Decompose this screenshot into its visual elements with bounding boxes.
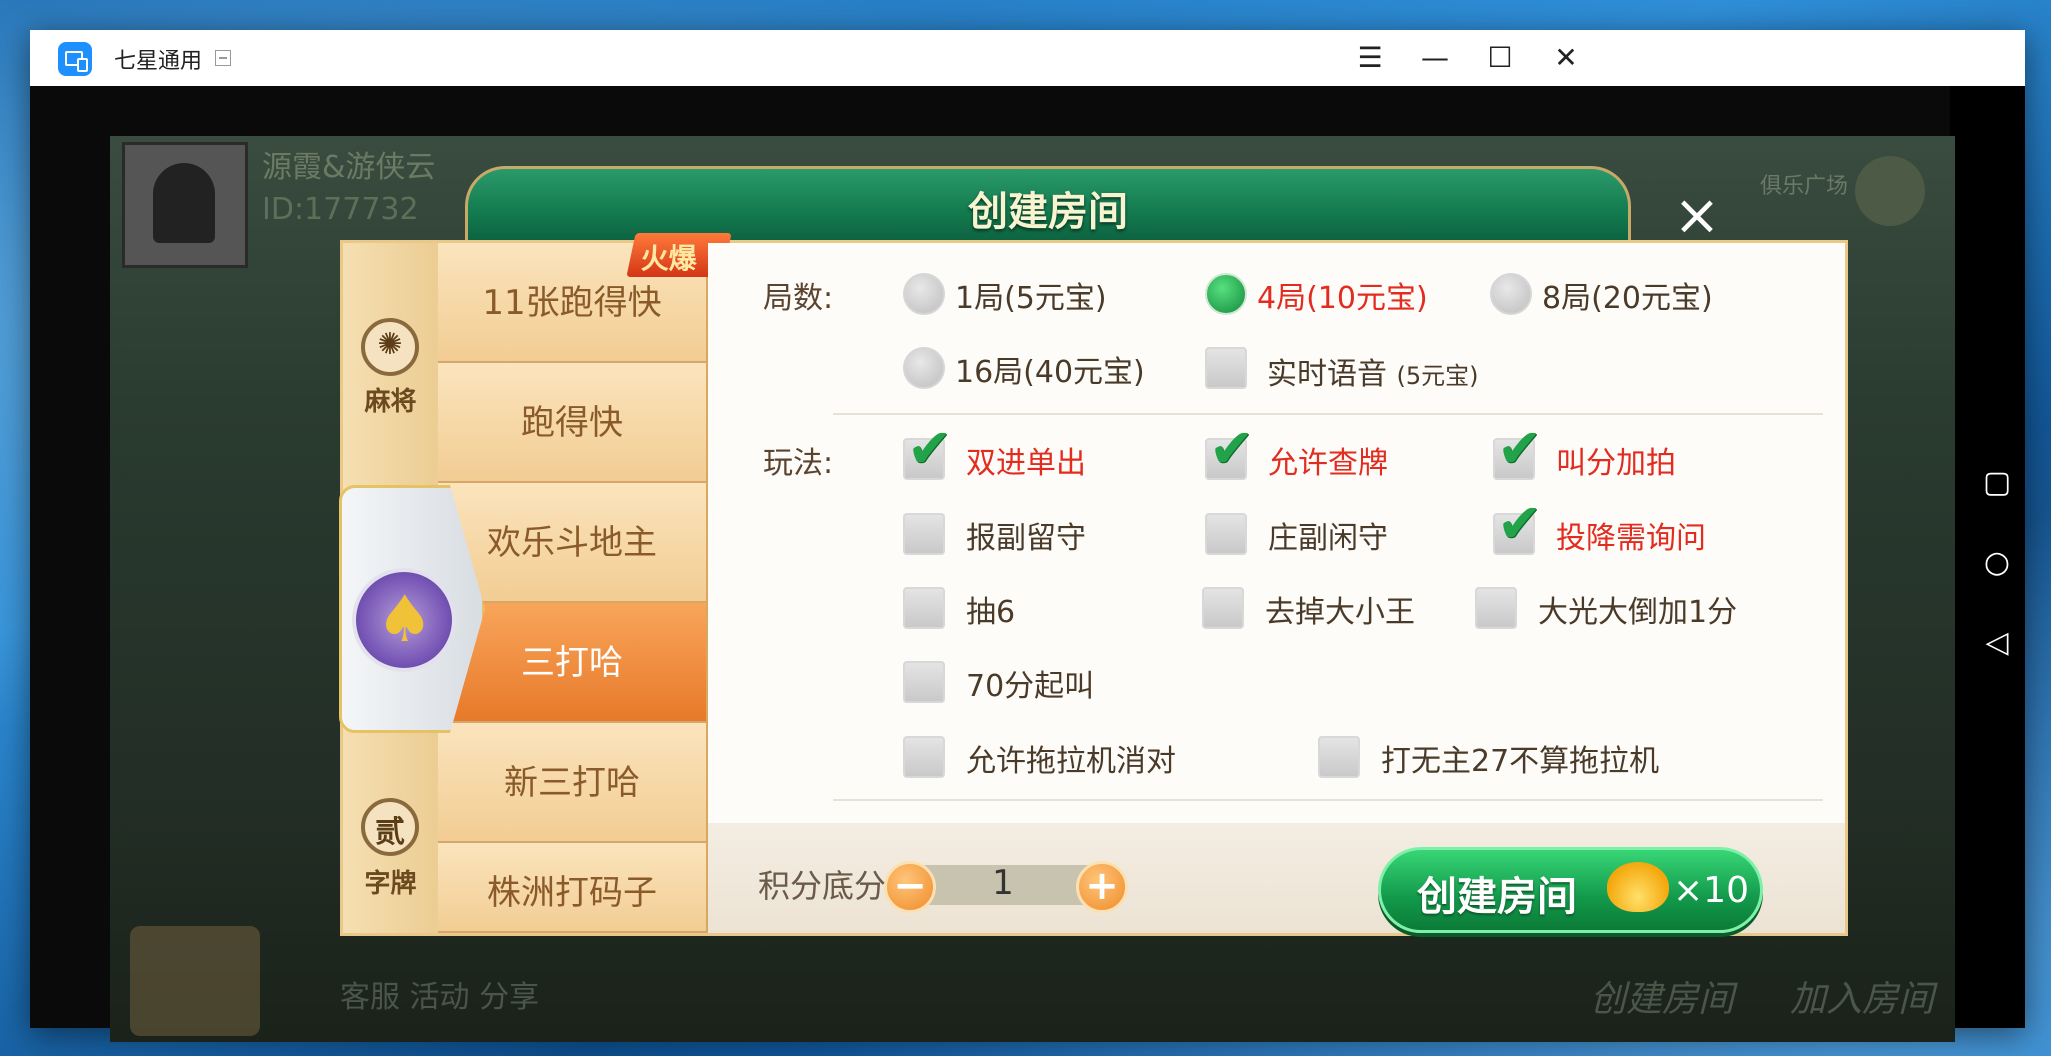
room-cost: ×10 <box>1673 870 1749 911</box>
game-item-zhuzhou[interactable]: 株洲打码子 <box>438 843 706 933</box>
rule-option-6[interactable]: 投降需询问 <box>1556 513 1706 557</box>
rule-checkbox-3[interactable]: ✔ <box>1493 422 1542 480</box>
rule-checkbox-7[interactable] <box>903 587 945 629</box>
close-dialog-button[interactable]: × <box>1672 188 1722 244</box>
game-item-xin-sandaha[interactable]: 新三打哈 <box>438 723 706 843</box>
rule-checkbox-5[interactable] <box>1205 513 1247 555</box>
rule-checkbox-2[interactable]: ✔ <box>1205 422 1254 480</box>
poker-chip-icon: ♠ <box>352 568 456 672</box>
rule-option-5[interactable]: 庄副闲守 <box>1268 513 1388 557</box>
voice-checkbox[interactable] <box>1205 347 1247 389</box>
lobby-create-room: 创建房间 <box>1590 979 1735 1020</box>
section-divider <box>833 413 1823 415</box>
avatar <box>122 142 248 268</box>
round-radio-4[interactable] <box>1205 273 1247 315</box>
round-option-4[interactable]: 4局(10元宝) <box>1257 273 1428 317</box>
back-icon[interactable]: ◁ <box>1980 626 2014 660</box>
rule-option-1[interactable]: 双进单出 <box>966 438 1086 482</box>
round-option-1[interactable]: 1局(5元宝) <box>955 273 1107 317</box>
create-room-label: 创建房间 <box>1417 874 1577 920</box>
rule-checkbox-11[interactable] <box>903 736 945 778</box>
hall-label: 俱乐广场 <box>1760 174 1849 199</box>
rule-checkbox-4[interactable] <box>903 513 945 555</box>
check-icon: ✔ <box>907 417 953 480</box>
dialog-footer: 积分底分: 1 − + 创建房间 ×10 <box>708 823 1845 933</box>
player-name: 源霞&游侠云 <box>262 150 436 185</box>
category-mahjong[interactable]: 麻将 <box>343 381 438 418</box>
home-icon[interactable]: ○ <box>1980 546 2014 580</box>
create-room-dialog: ✺ 麻将 贰 字牌 11张跑得快 跑得快 欢乐斗地主 三打哈 新三打哈 株洲打码… <box>339 233 1848 936</box>
player-id: ID:177732 <box>262 192 419 227</box>
round-radio-16[interactable] <box>903 347 945 389</box>
check-icon: ✔ <box>1497 417 1543 480</box>
menu-button[interactable]: ☰ <box>1350 38 1390 78</box>
mahjong-icon[interactable]: ✺ <box>361 318 419 376</box>
round-option-16[interactable]: 16局(40元宝) <box>955 347 1145 391</box>
options-panel: 局数: 1局(5元宝) 4局(10元宝) 8局(20元宝) 16局(40元宝) … <box>708 243 1845 823</box>
emulator-window: 七星通用 ☰ — ☐ ✕ 源霞&游侠云 ID:177732 俱乐广场 客服 活动… <box>30 30 2025 1042</box>
app-icon <box>58 42 92 76</box>
rule-checkbox-9[interactable] <box>1475 587 1517 629</box>
rule-checkbox-6[interactable]: ✔ <box>1493 497 1542 555</box>
window-title: 七星通用 <box>114 49 203 74</box>
round-radio-8[interactable] <box>1490 273 1532 315</box>
category-zipai[interactable]: 字牌 <box>343 863 438 900</box>
lobby-join-room: 加入房间 <box>1790 979 1935 1020</box>
rule-option-9[interactable]: 大光大倒加1分 <box>1538 587 1737 631</box>
rule-checkbox-10[interactable] <box>903 661 945 703</box>
lobby-bottom-menu: 客服 活动 分享 <box>340 980 540 1015</box>
title-bar: 七星通用 ☰ — ☐ ✕ <box>30 30 2025 86</box>
dialog-title: 创建房间 <box>968 189 1128 235</box>
rules-label: 玩法: <box>763 446 834 481</box>
rounds-label: 局数: <box>763 281 834 316</box>
rule-option-11[interactable]: 允许拖拉机消对 <box>966 736 1176 780</box>
rule-option-3[interactable]: 叫分加拍 <box>1556 438 1676 482</box>
emulator-screen: 源霞&游侠云 ID:177732 俱乐广场 客服 活动 分享 创建房间 加入房间… <box>30 86 2011 1042</box>
rule-option-4[interactable]: 报副留守 <box>966 513 1086 557</box>
score-label: 积分底分: <box>758 867 897 905</box>
round-radio-1[interactable] <box>903 273 945 315</box>
rule-checkbox-8[interactable] <box>1202 587 1244 629</box>
plus-button[interactable]: + <box>1076 861 1128 913</box>
pin-icon[interactable] <box>215 50 231 66</box>
maximize-button[interactable]: ☐ <box>1480 38 1520 78</box>
shop-cart-icon <box>130 926 260 1036</box>
score-value: 1 <box>992 863 1014 903</box>
rule-option-8[interactable]: 去掉大小王 <box>1265 587 1415 631</box>
rule-option-10[interactable]: 70分起叫 <box>966 661 1094 705</box>
voice-option[interactable]: 实时语音 (5元宝) <box>1267 349 1479 393</box>
recent-apps-icon[interactable]: ▢ <box>1980 466 2014 500</box>
game-item-paodekuai[interactable]: 跑得快 <box>438 363 706 483</box>
rule-option-12[interactable]: 打无主27不算拖拉机 <box>1381 736 1659 780</box>
check-icon: ✔ <box>1497 492 1543 555</box>
gold-ingot-icon <box>1607 862 1669 912</box>
zipai-icon[interactable]: 贰 <box>361 798 419 856</box>
rule-option-2[interactable]: 允许查牌 <box>1268 438 1388 482</box>
rule-option-7[interactable]: 抽6 <box>966 587 1015 631</box>
spade-icon: ♠ <box>376 583 434 657</box>
round-option-8[interactable]: 8局(20元宝) <box>1542 273 1713 317</box>
minus-button[interactable]: − <box>884 861 936 913</box>
section-divider <box>833 799 1823 801</box>
minimize-button[interactable]: — <box>1415 38 1455 78</box>
create-room-button[interactable]: 创建房间 ×10 <box>1378 847 1763 933</box>
rule-checkbox-12[interactable] <box>1318 736 1360 778</box>
close-window-button[interactable]: ✕ <box>1546 38 1586 78</box>
game-viewport: 源霞&游侠云 ID:177732 俱乐广场 客服 活动 分享 创建房间 加入房间… <box>110 136 1955 1042</box>
settings-gear-icon <box>1855 156 1925 226</box>
dialog-header: 创建房间 <box>465 166 1631 243</box>
check-icon: ✔ <box>1209 417 1255 480</box>
rule-checkbox-1[interactable]: ✔ <box>903 422 952 480</box>
